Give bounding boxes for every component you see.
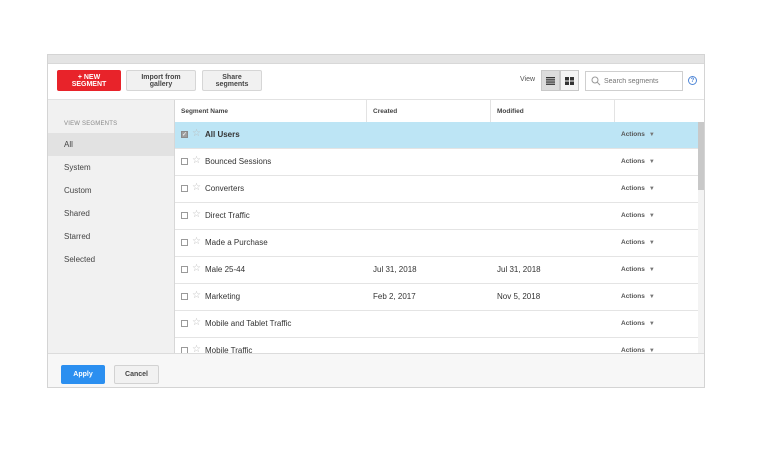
segment-name[interactable]: All Users bbox=[205, 130, 240, 139]
help-icon[interactable]: ? bbox=[688, 76, 697, 85]
new-segment-button[interactable]: + NEW SEGMENT bbox=[57, 70, 121, 91]
created-date: Feb 2, 2017 bbox=[373, 292, 416, 301]
table-row[interactable]: ☆ Mobile Traffic Actions ▼ bbox=[175, 338, 698, 353]
created-date: Jul 31, 2018 bbox=[373, 265, 417, 274]
table-row[interactable]: ☆ Marketing Feb 2, 2017 Nov 5, 2018 Actions ▼ bbox=[175, 284, 698, 311]
segment-name[interactable]: Mobile and Tablet Traffic bbox=[205, 319, 291, 328]
row-checkbox[interactable] bbox=[181, 239, 188, 246]
actions-dropdown[interactable]: Actions ▼ bbox=[621, 320, 655, 327]
actions-label: Actions bbox=[621, 320, 645, 327]
toolbar: + NEW SEGMENT Import from gallery Share … bbox=[48, 64, 704, 100]
column-header-created[interactable]: Created bbox=[367, 100, 491, 122]
sidebar-title: VIEW SEGMENTS bbox=[64, 121, 118, 127]
sidebar-item-starred[interactable]: Starred bbox=[48, 225, 174, 248]
row-checkbox[interactable] bbox=[181, 293, 188, 300]
actions-dropdown[interactable]: Actions ▼ bbox=[621, 212, 655, 219]
caret-down-icon: ▼ bbox=[648, 240, 655, 246]
segment-name[interactable]: Converters bbox=[205, 184, 244, 193]
star-icon[interactable]: ☆ bbox=[192, 128, 201, 139]
actions-dropdown[interactable]: Actions ▼ bbox=[621, 131, 655, 138]
star-icon[interactable]: ☆ bbox=[192, 344, 201, 353]
import-from-gallery-button[interactable]: Import from gallery bbox=[126, 70, 196, 91]
column-header-modified[interactable]: Modified bbox=[491, 100, 615, 122]
list-view-button[interactable] bbox=[541, 70, 560, 91]
star-icon[interactable]: ☆ bbox=[192, 317, 201, 328]
column-header-segment-name[interactable]: Segment Name bbox=[175, 100, 367, 122]
row-checkbox[interactable] bbox=[181, 212, 188, 219]
modified-date: Nov 5, 2018 bbox=[497, 292, 541, 301]
table-row[interactable]: ☆ Converters Actions ▼ bbox=[175, 176, 698, 203]
table-row[interactable]: ✓ ☆ All Users Actions ▼ bbox=[175, 122, 698, 149]
caret-down-icon: ▼ bbox=[648, 321, 655, 327]
table-row[interactable]: ☆ Mobile and Tablet Traffic Actions ▼ bbox=[175, 311, 698, 338]
caret-down-icon: ▼ bbox=[648, 267, 655, 273]
search-input[interactable] bbox=[601, 77, 676, 85]
star-icon[interactable]: ☆ bbox=[192, 209, 201, 220]
segments-panel: + NEW SEGMENT Import from gallery Share … bbox=[47, 54, 705, 388]
segment-name[interactable]: Marketing bbox=[205, 292, 240, 301]
star-icon[interactable]: ☆ bbox=[192, 155, 201, 166]
row-checkbox[interactable] bbox=[181, 158, 188, 165]
segment-name[interactable]: Bounced Sessions bbox=[205, 157, 271, 166]
search-icon bbox=[591, 76, 601, 86]
actions-dropdown[interactable]: Actions ▼ bbox=[621, 239, 655, 246]
cancel-button[interactable]: Cancel bbox=[114, 365, 159, 384]
modified-date: Jul 31, 2018 bbox=[497, 265, 541, 274]
grid-view-button[interactable] bbox=[560, 70, 579, 91]
actions-label: Actions bbox=[621, 239, 645, 246]
row-checkbox[interactable] bbox=[181, 320, 188, 327]
footer: Apply Cancel bbox=[48, 353, 704, 387]
actions-label: Actions bbox=[621, 158, 645, 165]
apply-button[interactable]: Apply bbox=[61, 365, 105, 384]
table-header: Segment Name Created Modified bbox=[175, 100, 704, 123]
panel-top-bar bbox=[48, 55, 704, 64]
caret-down-icon: ▼ bbox=[648, 132, 655, 138]
table-row[interactable]: ☆ Made a Purchase Actions ▼ bbox=[175, 230, 698, 257]
list-view-icon bbox=[546, 76, 555, 85]
segment-name[interactable]: Made a Purchase bbox=[205, 238, 268, 247]
star-icon[interactable]: ☆ bbox=[192, 182, 201, 193]
sidebar-item-system[interactable]: System bbox=[48, 156, 174, 179]
search-box[interactable] bbox=[585, 71, 683, 91]
caret-down-icon: ▼ bbox=[648, 186, 655, 192]
sidebar-item-custom[interactable]: Custom bbox=[48, 179, 174, 202]
row-checkbox[interactable] bbox=[181, 266, 188, 273]
sidebar: VIEW SEGMENTS All System Custom Shared S… bbox=[48, 100, 175, 353]
table-row[interactable]: ☆ Direct Traffic Actions ▼ bbox=[175, 203, 698, 230]
actions-label: Actions bbox=[621, 131, 645, 138]
actions-label: Actions bbox=[621, 212, 645, 219]
actions-label: Actions bbox=[621, 185, 645, 192]
actions-dropdown[interactable]: Actions ▼ bbox=[621, 266, 655, 273]
actions-dropdown[interactable]: Actions ▼ bbox=[621, 185, 655, 192]
row-checkbox[interactable] bbox=[181, 185, 188, 192]
sidebar-item-all[interactable]: All bbox=[48, 133, 174, 156]
segment-name[interactable]: Male 25-44 bbox=[205, 265, 245, 274]
star-icon[interactable]: ☆ bbox=[192, 263, 201, 274]
caret-down-icon: ▼ bbox=[648, 159, 655, 165]
caret-down-icon: ▼ bbox=[648, 294, 655, 300]
sidebar-item-selected[interactable]: Selected bbox=[48, 248, 174, 271]
grid-view-icon bbox=[565, 76, 574, 85]
actions-label: Actions bbox=[621, 266, 645, 273]
scrollbar-thumb[interactable] bbox=[698, 122, 704, 190]
segments-table: Segment Name Created Modified ✓ ☆ All User… bbox=[175, 100, 704, 353]
segment-name[interactable]: Direct Traffic bbox=[205, 211, 250, 220]
table-row[interactable]: ☆ Male 25-44 Jul 31, 2018 Jul 31, 2018 Actio… bbox=[175, 257, 698, 284]
row-checkbox[interactable]: ✓ bbox=[181, 131, 188, 138]
caret-down-icon: ▼ bbox=[648, 213, 655, 219]
star-icon[interactable]: ☆ bbox=[192, 290, 201, 301]
view-label: View bbox=[520, 76, 536, 83]
actions-label: Actions bbox=[621, 293, 645, 300]
sidebar-item-shared[interactable]: Shared bbox=[48, 202, 174, 225]
actions-dropdown[interactable]: Actions ▼ bbox=[621, 293, 655, 300]
star-icon[interactable]: ☆ bbox=[192, 236, 201, 247]
segment-name[interactable]: Mobile Traffic bbox=[205, 346, 252, 353]
table-row[interactable]: ☆ Bounced Sessions Actions ▼ bbox=[175, 149, 698, 176]
share-segments-button[interactable]: Share segments bbox=[202, 70, 262, 91]
actions-dropdown[interactable]: Actions ▼ bbox=[621, 158, 655, 165]
